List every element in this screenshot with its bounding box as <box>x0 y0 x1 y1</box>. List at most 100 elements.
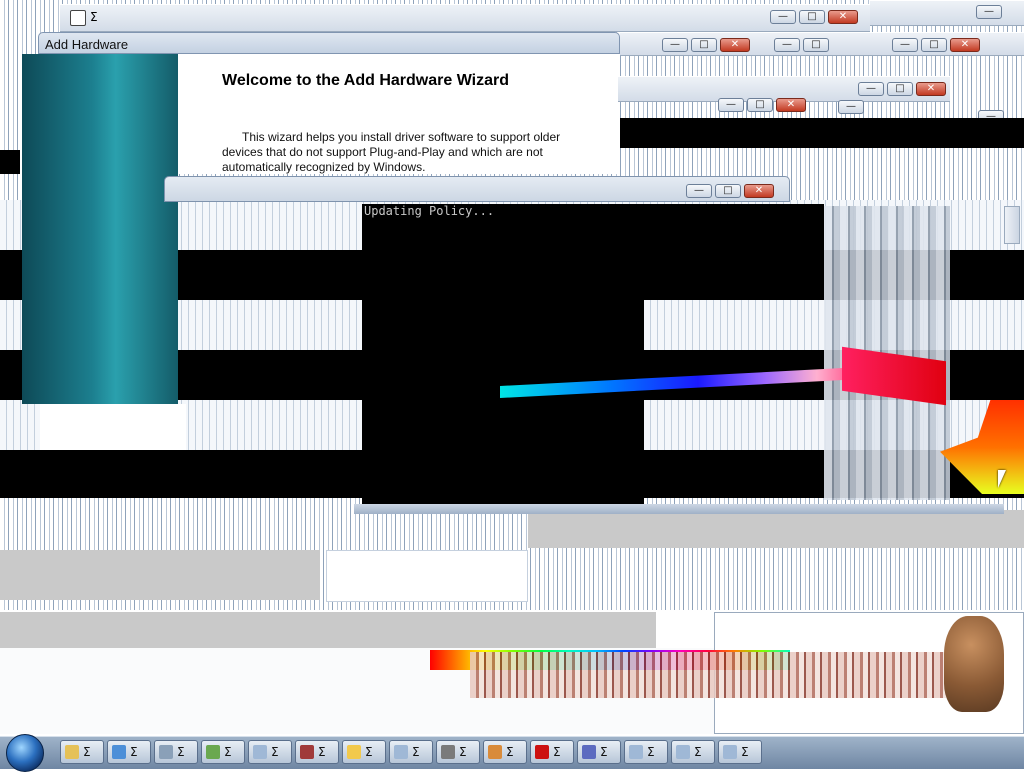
taskbar-item-label: Σ <box>224 745 232 759</box>
wizard-sidebar-white <box>40 404 186 450</box>
control-panel-icon <box>112 745 126 759</box>
folder-icon <box>65 745 79 759</box>
taskbar-item-label: Σ <box>318 745 326 759</box>
taskbar-item-12[interactable]: Σ <box>577 740 621 764</box>
taskbar-item-label: Σ <box>506 745 514 759</box>
wizard-title: Add Hardware <box>45 37 129 52</box>
taskbar-item-label: Σ <box>647 745 655 759</box>
console-text: Updating Policy... <box>364 204 495 218</box>
taskbar-item-1[interactable]: Σ <box>60 740 104 764</box>
pencil-icon <box>70 10 86 26</box>
taskbar-item-label: Σ <box>741 745 749 759</box>
minimize-button[interactable]: — <box>686 184 712 198</box>
window-icon <box>723 745 737 759</box>
taskbar-item-label: Σ <box>271 745 279 759</box>
maximize-button[interactable]: □ <box>803 38 829 52</box>
background-window-controls: — □ ✕ <box>892 38 980 52</box>
taskbar-item-label: Σ <box>412 745 420 759</box>
taskbar-item-label: Σ <box>600 745 608 759</box>
taskbar-item-3[interactable]: Σ <box>154 740 198 764</box>
document-icon <box>488 745 502 759</box>
console-output <box>644 204 824 250</box>
background-window-sigma: Σ <box>90 10 98 24</box>
taskbar-item-label: Σ <box>365 745 373 759</box>
background-window-controls: — □ ✕ <box>858 82 946 96</box>
taskbar-item-2[interactable]: Σ <box>107 740 151 764</box>
hardware-icon <box>206 745 220 759</box>
background-window-controls: — □ ✕ <box>662 38 750 52</box>
console-window-controls: — □ ✕ <box>686 184 774 198</box>
close-button[interactable]: ✕ <box>744 184 774 198</box>
taskbar-item-11[interactable]: Σ <box>530 740 574 764</box>
glitch-band <box>0 550 320 600</box>
glitch-band <box>528 510 1024 548</box>
console-window-border <box>354 504 1004 514</box>
minimize-button[interactable]: — <box>770 10 796 24</box>
minimize-button[interactable]: — <box>892 38 918 52</box>
maximize-button[interactable]: □ <box>921 38 947 52</box>
wizard-titlebar[interactable]: Add Hardware <box>38 32 620 54</box>
wizard-body-line1: This wizard helps you install driver sof… <box>242 130 561 144</box>
background-window-controls: — □ ✕ <box>770 10 858 24</box>
minimize-button[interactable]: — <box>858 82 884 96</box>
glitch-band <box>0 612 656 648</box>
user-icon <box>300 745 314 759</box>
taskbar-item-5[interactable]: Σ <box>248 740 292 764</box>
taskbar-item-label: Σ <box>177 745 185 759</box>
window-icon <box>629 745 643 759</box>
background-window-titlebar <box>60 4 870 32</box>
taskbar-item-10[interactable]: Σ <box>483 740 527 764</box>
wizard-body-line2: devices that do not support Plug-and-Pla… <box>222 145 543 159</box>
taskbar-item-4[interactable]: Σ <box>201 740 245 764</box>
minimize-button[interactable]: — <box>718 98 744 112</box>
taskbar-item-7[interactable]: Σ <box>342 740 386 764</box>
maximize-button[interactable]: □ <box>799 10 825 24</box>
glitch-white-panel <box>326 550 528 602</box>
wizard-heading: Welcome to the Add Hardware Wizard <box>222 72 510 89</box>
taskbar-item-13[interactable]: Σ <box>624 740 668 764</box>
taskbar-item-label: Σ <box>130 745 138 759</box>
close-button[interactable]: ✕ <box>950 38 980 52</box>
start-button[interactable] <box>6 734 44 772</box>
console-output <box>362 204 644 504</box>
gears-icon <box>159 745 173 759</box>
mouse-cursor-icon <box>998 470 1006 488</box>
background-window-controls: — □ <box>774 38 829 52</box>
minimize-button[interactable]: — <box>774 38 800 52</box>
minimize-button[interactable]: — <box>976 5 1002 19</box>
wizard-sidebar-graphic <box>22 54 178 404</box>
dancer-figures <box>470 652 950 698</box>
background-window-controls: — <box>976 5 1002 19</box>
maximize-button[interactable]: □ <box>887 82 913 96</box>
taskbar-item-9[interactable]: Σ <box>436 740 480 764</box>
minimize-button[interactable]: — <box>662 38 688 52</box>
background-window-controls: — <box>838 100 864 114</box>
maximize-button[interactable]: □ <box>691 38 717 52</box>
background-window-controls: — □ ✕ <box>718 98 806 112</box>
window-icon <box>676 745 690 759</box>
x-badge-icon <box>347 745 361 759</box>
window-icon <box>394 745 408 759</box>
window-icon <box>253 745 267 759</box>
maximize-button[interactable]: □ <box>715 184 741 198</box>
taskbar-item-15[interactable]: Σ <box>718 740 762 764</box>
maximize-button[interactable]: □ <box>747 98 773 112</box>
close-button[interactable]: ✕ <box>720 38 750 52</box>
close-button[interactable]: ✕ <box>828 10 858 24</box>
console-scrollbar[interactable] <box>1004 206 1020 244</box>
glitch-band <box>0 150 20 174</box>
glitch-band <box>620 118 1024 148</box>
taskbar-item-label: Σ <box>694 745 702 759</box>
taskbar-item-label: Σ <box>83 745 91 759</box>
taskbar-item-6[interactable]: Σ <box>295 740 339 764</box>
minimize-button[interactable]: — <box>838 100 864 114</box>
wizard-body-line3: automatically recognized by Windows. <box>222 160 426 174</box>
paint-icon <box>441 745 455 759</box>
taskbar-item-label: Σ <box>459 745 467 759</box>
close-button[interactable]: ✕ <box>916 82 946 96</box>
close-button[interactable]: ✕ <box>776 98 806 112</box>
taskbar-item-8[interactable]: Σ <box>389 740 433 764</box>
taskbar-item-label: Σ <box>553 745 561 759</box>
otter-mascot-icon <box>944 616 1004 712</box>
taskbar-item-14[interactable]: Σ <box>671 740 715 764</box>
